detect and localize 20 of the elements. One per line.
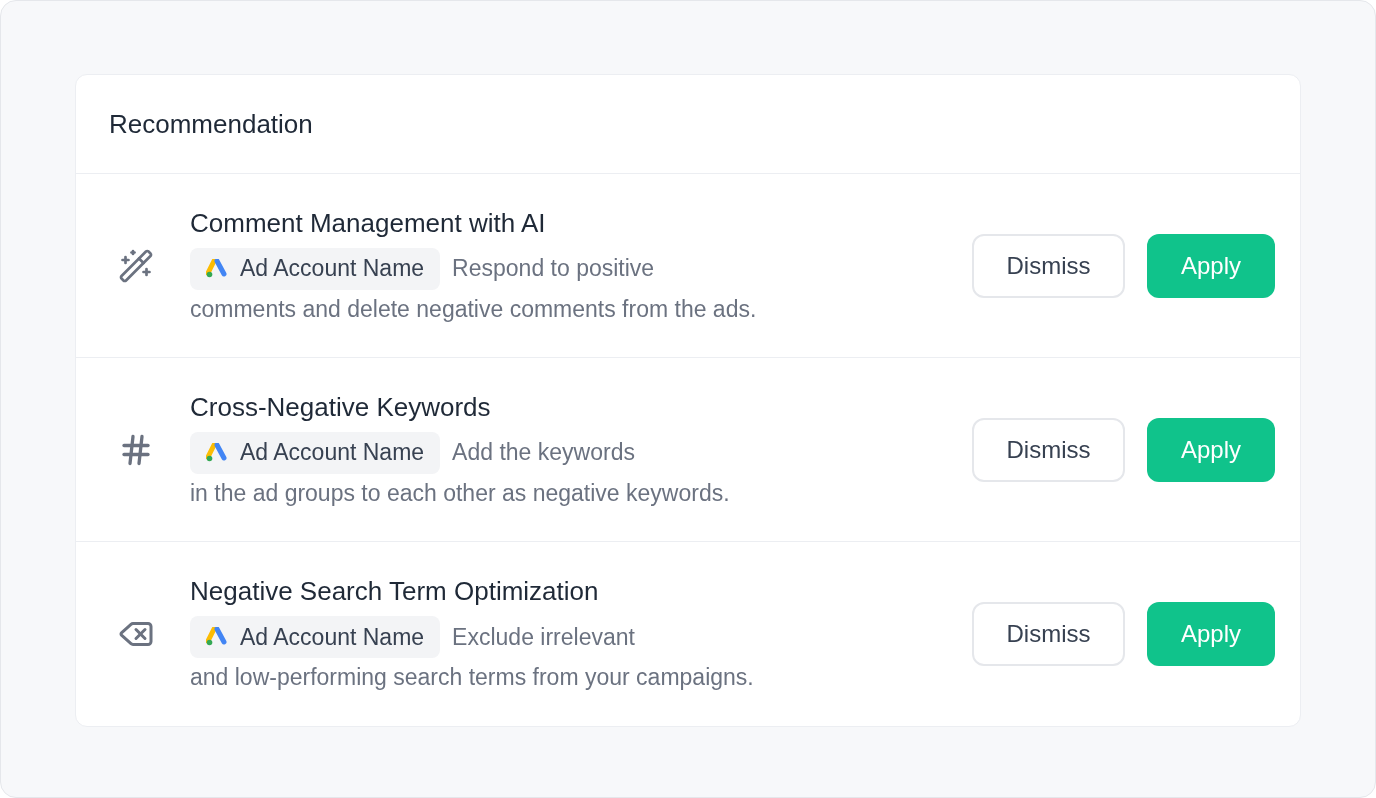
- recommendation-title: Cross-Negative Keywords: [190, 390, 492, 424]
- description-text: and low-performing search terms from your campaigns.: [190, 663, 755, 692]
- recommendation-title: Comment Management with AI: [190, 206, 547, 240]
- account-name: Ad Account Name: [240, 438, 425, 468]
- description-text: Add the keywords: [452, 438, 635, 468]
- magic-wand-icon: [118, 247, 154, 284]
- dismiss-button[interactable]: Dismiss: [972, 233, 1125, 298]
- description-text: Respond to positive: [452, 254, 655, 284]
- description-text: comments and delete negative comments from the ads.: [190, 294, 758, 324]
- account-name: Ad Account Name: [240, 254, 425, 284]
- recommendation-title: Negative Search Term Optimization: [190, 575, 600, 608]
- account-name: Ad Account Name: [240, 622, 425, 652]
- dismiss-button[interactable]: Dismiss: [972, 602, 1125, 666]
- description-text: Exclude irrelevant: [452, 622, 635, 652]
- description-text: in the ad groups to each other as negative keywords.: [190, 478, 731, 508]
- ads-logo-icon: [206, 627, 228, 647]
- card-title: Recommendation: [109, 107, 313, 141]
- dismiss-button[interactable]: Dismiss: [972, 417, 1125, 482]
- ads-logo-icon: [206, 258, 228, 279]
- ads-logo-icon: [206, 442, 228, 463]
